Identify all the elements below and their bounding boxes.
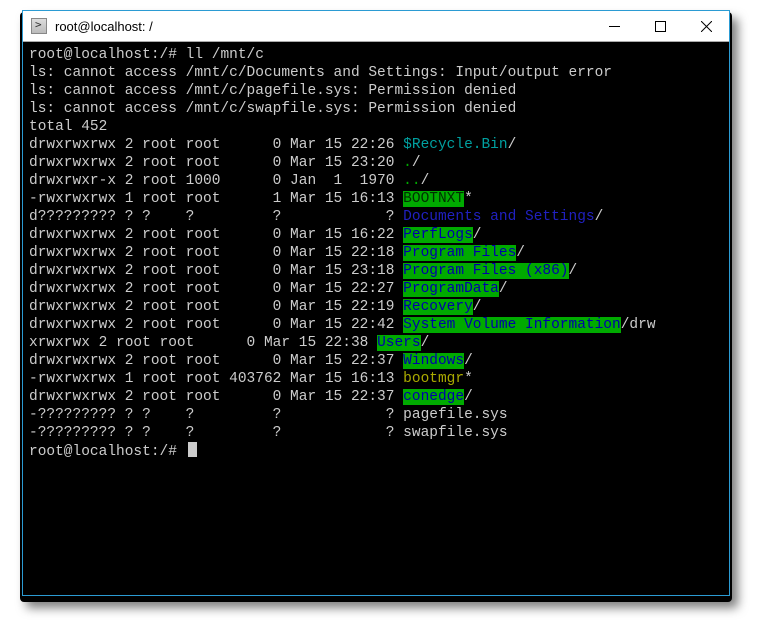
list-row-perms: drwxrwxrwx 2 root root 0 Mar 15 22:19 bbox=[29, 299, 403, 315]
list-row-name: Documents and Settings bbox=[403, 209, 594, 225]
list-row-perms: -rwxrwxrwx 1 root root 1 Mar 15 16:13 bbox=[29, 191, 403, 207]
list-row-perms: drwxrwxrwx 2 root root 0 Mar 15 22:42 bbox=[29, 317, 403, 333]
list-row-suffix: / bbox=[412, 155, 421, 171]
list-row-perms: drwxrwxrwx 2 root root 0 Mar 15 23:20 bbox=[29, 155, 403, 171]
prompt: root@localhost:/# bbox=[29, 47, 186, 63]
list-row-name: .. bbox=[403, 173, 420, 189]
list-row-name: System Volume Information bbox=[403, 317, 621, 333]
list-row-name: Users bbox=[377, 335, 421, 351]
list-row-perms: d????????? ? ? ? ? ? bbox=[29, 209, 403, 225]
list-row-perms: -????????? ? ? ? ? ? bbox=[29, 407, 403, 423]
maximize-icon bbox=[655, 21, 666, 32]
list-row-suffix: / bbox=[569, 263, 578, 279]
list-row-suffix: / bbox=[464, 389, 473, 405]
list-row-perms: drwxrwxrwx 2 root root 0 Mar 15 22:26 bbox=[29, 137, 403, 153]
list-row-name: $Recycle.Bin bbox=[403, 137, 507, 153]
list-row-name: Recovery bbox=[403, 299, 473, 315]
list-row-name: BOOTNXT bbox=[403, 191, 464, 207]
terminal-window: root@localhost: / root@localhost:/# ll /… bbox=[22, 10, 730, 596]
list-row-name: conedge bbox=[403, 389, 464, 405]
list-row-perms: drwxrwxrwx 2 root root 0 Mar 15 22:37 bbox=[29, 353, 403, 369]
list-row-perms: xrwxrwx 2 root root 0 Mar 15 22:38 bbox=[29, 335, 377, 351]
list-row-perms: drwxrwxrwx 2 root root 0 Mar 15 22:27 bbox=[29, 281, 403, 297]
prompt: root@localhost:/# bbox=[29, 444, 186, 460]
maximize-button[interactable] bbox=[637, 11, 683, 41]
list-row-suffix: / bbox=[464, 353, 473, 369]
list-row-suffix: / bbox=[508, 137, 517, 153]
list-row-name: PerfLogs bbox=[403, 227, 473, 243]
titlebar[interactable]: root@localhost: / bbox=[23, 11, 729, 42]
list-row-wrap: drw bbox=[629, 317, 655, 333]
list-row-suffix: / bbox=[421, 335, 430, 351]
list-row-perms: drwxrwxrwx 2 root root 0 Mar 15 16:22 bbox=[29, 227, 403, 243]
list-row-name: pagefile.sys bbox=[403, 407, 507, 423]
list-row-name: ProgramData bbox=[403, 281, 499, 297]
terminal-output[interactable]: root@localhost:/# ll /mnt/c ls: cannot a… bbox=[23, 42, 729, 595]
list-row-perms: drwxrwxrwx 2 root root 0 Mar 15 22:18 bbox=[29, 245, 403, 261]
list-row-suffix: / bbox=[595, 209, 604, 225]
window-title: root@localhost: / bbox=[53, 19, 591, 34]
list-row-name: Program Files (x86) bbox=[403, 263, 568, 279]
list-row-perms: drwxrwxr-x 2 root 1000 0 Jan 1 1970 bbox=[29, 173, 403, 189]
error-line: ls: cannot access /mnt/c/Documents and S… bbox=[29, 65, 612, 81]
error-line: ls: cannot access /mnt/c/swapfile.sys: P… bbox=[29, 101, 516, 117]
minimize-icon bbox=[609, 21, 620, 32]
list-row-suffix: / bbox=[516, 245, 525, 261]
list-row-perms: drwxrwxrwx 2 root root 0 Mar 15 23:18 bbox=[29, 263, 403, 279]
list-row-perms: -rwxrwxrwx 1 root root 403762 Mar 15 16:… bbox=[29, 371, 403, 387]
error-line: ls: cannot access /mnt/c/pagefile.sys: P… bbox=[29, 83, 516, 99]
total-line: total 452 bbox=[29, 119, 107, 135]
list-row-suffix: / bbox=[421, 173, 430, 189]
list-row-name: swapfile.sys bbox=[403, 425, 507, 441]
command: ll /mnt/c bbox=[186, 47, 264, 63]
list-row-suffix: * bbox=[464, 191, 473, 207]
list-row-name: Program Files bbox=[403, 245, 516, 261]
list-row-suffix: * bbox=[464, 371, 473, 387]
list-row-perms: drwxrwxrwx 2 root root 0 Mar 15 22:37 bbox=[29, 389, 403, 405]
list-row-name: bootmgr bbox=[403, 371, 464, 387]
app-icon bbox=[31, 18, 47, 34]
list-row-name: Windows bbox=[403, 353, 464, 369]
close-button[interactable] bbox=[683, 11, 729, 41]
list-row-name: . bbox=[403, 155, 412, 171]
list-row-suffix: / bbox=[499, 281, 508, 297]
list-row-perms: -????????? ? ? ? ? ? bbox=[29, 425, 403, 441]
list-row-suffix: / bbox=[473, 299, 482, 315]
list-row-suffix: / bbox=[473, 227, 482, 243]
minimize-button[interactable] bbox=[591, 11, 637, 41]
close-icon bbox=[701, 21, 712, 32]
cursor bbox=[188, 442, 197, 457]
